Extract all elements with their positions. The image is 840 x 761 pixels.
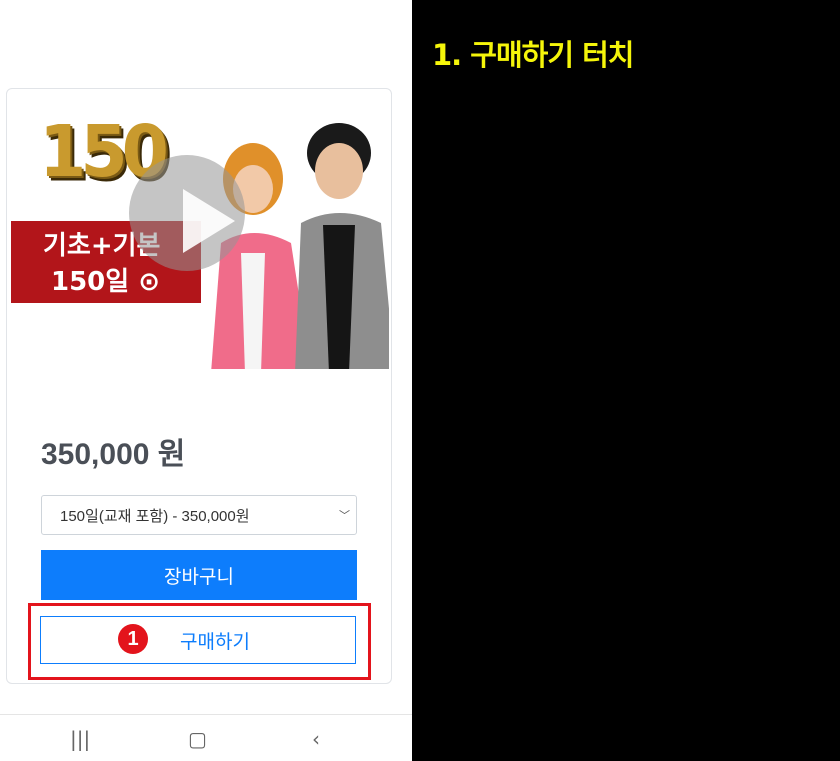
buy-highlight-box	[28, 603, 371, 680]
instructor-man-image	[295, 123, 389, 369]
product-price: 350,000 원	[41, 438, 186, 471]
product-card: 150 기초+기본 150일 ⊙ 350,000 원 150일(교재 포함) -…	[6, 88, 392, 684]
instruction-text: 1. 구매하기 터치	[432, 38, 634, 72]
option-select-value: 150일(교재 포함) - 350,000원	[60, 507, 250, 525]
home-icon[interactable]: ▢	[188, 727, 207, 751]
option-select[interactable]: 150일(교재 포함) - 350,000원 ﹀	[41, 495, 357, 535]
android-nav-bar: ||| ▢ ‹	[0, 714, 412, 761]
chevron-down-icon: ﹀	[339, 510, 350, 522]
recent-apps-icon[interactable]: |||	[70, 727, 90, 751]
play-icon	[183, 189, 235, 253]
play-small-icon: ⊙	[138, 267, 161, 297]
step-number-badge: 1	[118, 624, 148, 654]
product-thumbnail[interactable]: 150 기초+기본 150일 ⊙	[11, 93, 389, 369]
banner-line-2: 150일 ⊙	[51, 267, 161, 297]
phone-screen: 150 기초+기본 150일 ⊙ 350,000 원 150일(교재 포함) -…	[0, 0, 412, 761]
back-icon[interactable]: ‹	[312, 727, 320, 751]
add-to-cart-button[interactable]: 장바구니	[41, 550, 357, 600]
